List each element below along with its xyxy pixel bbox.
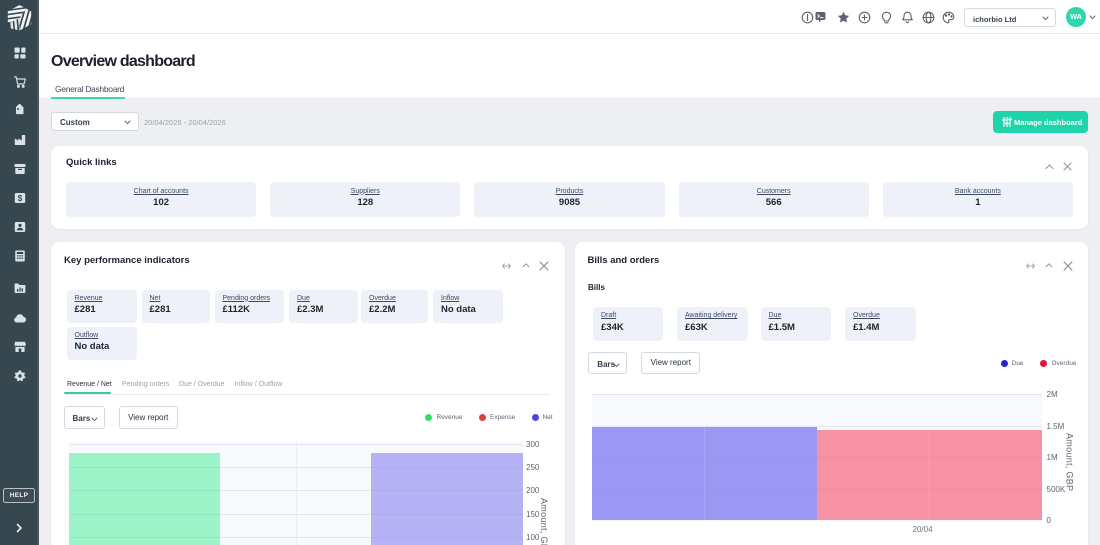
svg-text:$: $ (17, 193, 22, 202)
